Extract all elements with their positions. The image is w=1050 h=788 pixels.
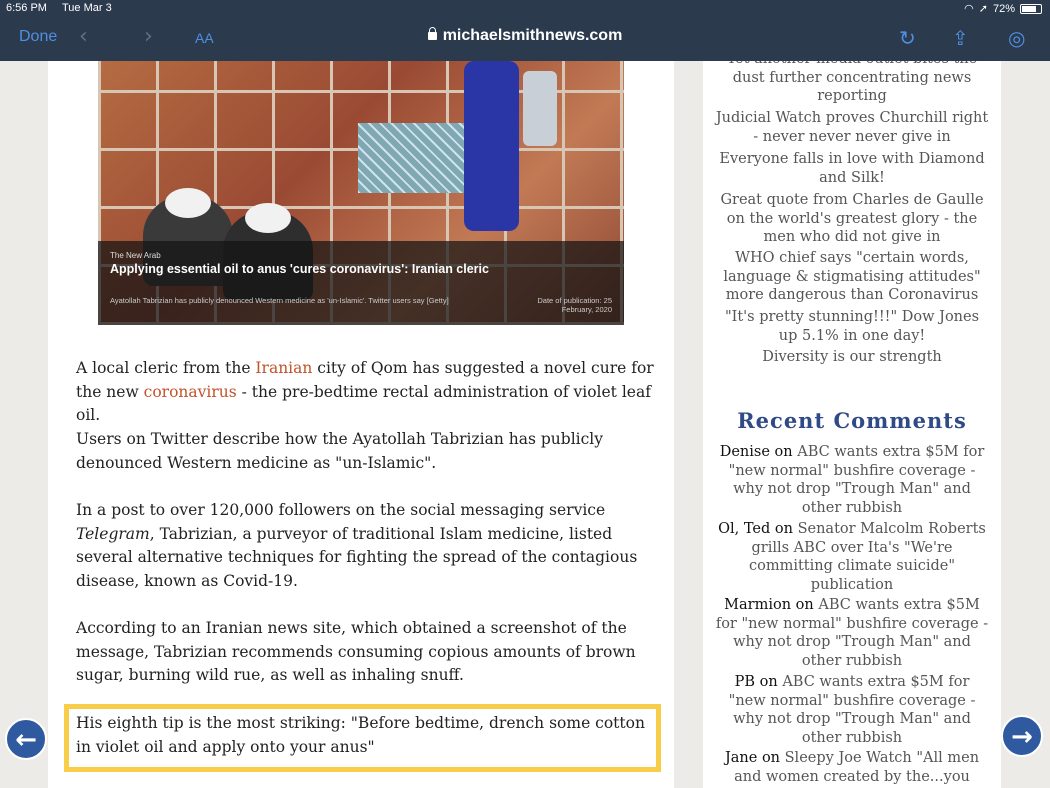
iranian-link[interactable]: Iranian bbox=[255, 359, 312, 377]
sidebar-post-link[interactable]: "It's pretty stunning!!!" Dow Jones up 5… bbox=[715, 308, 989, 345]
article-hero-image: The New Arab Applying essential oil to a… bbox=[98, 61, 624, 325]
hero-source: The New Arab bbox=[110, 251, 161, 260]
sidebar-post-link[interactable]: Diversity is our strength bbox=[715, 348, 989, 367]
recent-comments-heading: Recent Comments bbox=[737, 408, 967, 433]
comment-author[interactable]: Ol, Ted bbox=[718, 521, 770, 537]
recent-comment: Marmion on ABC wants extra $5M for "new … bbox=[715, 597, 989, 669]
wifi-icon: ◠ bbox=[964, 3, 974, 15]
url-text: michaelsmithnews.com bbox=[442, 27, 623, 44]
article-column: The New Arab Applying essential oil to a… bbox=[48, 61, 674, 788]
article-paragraph: According to an Iranian news site, which… bbox=[76, 619, 636, 684]
sidebar-post-link[interactable]: WHO chief says "certain words, language … bbox=[715, 249, 989, 305]
hero-caption: Ayatollah Tabrizian has publicly denounc… bbox=[110, 296, 449, 305]
battery-percent: 72% bbox=[992, 2, 1015, 15]
sidebar-post-link[interactable]: Great quote from Charles de Gaulle on th… bbox=[715, 191, 989, 247]
comment-author[interactable]: Denise bbox=[720, 444, 770, 460]
comment-author[interactable]: PB bbox=[735, 674, 755, 690]
sprayer-tank bbox=[523, 71, 557, 146]
compass-icon[interactable]: ◎ bbox=[1008, 26, 1025, 50]
sidebar-post-link[interactable]: Judicial Watch proves Churchill right - … bbox=[715, 109, 989, 146]
coronavirus-link[interactable]: coronavirus bbox=[144, 383, 237, 401]
hero-date: Date of publication: 25 February, 2020 bbox=[537, 296, 612, 314]
comment-author[interactable]: Marmion bbox=[724, 597, 791, 613]
lattice-screen bbox=[358, 123, 478, 193]
hero-title: Applying essential oil to anus 'cures co… bbox=[110, 262, 489, 276]
recent-comment: Ol, Ted on Senator Malcolm Roberts grill… bbox=[718, 521, 986, 593]
sidebar: Yet another media outlet bites the dust … bbox=[703, 61, 1001, 788]
article-paragraph: In a post to over 120,000 followers on t… bbox=[76, 501, 638, 590]
arrow-right-icon[interactable]: → bbox=[1001, 715, 1043, 757]
recent-comment: Jane on Sleepy Joe Watch "All men and wo… bbox=[724, 750, 980, 785]
sidebar-post-link[interactable]: Yet another media outlet bites the dust … bbox=[715, 61, 989, 106]
battery-icon bbox=[1020, 3, 1042, 14]
status-indicators: ◠ ➚ 72% bbox=[964, 2, 1042, 15]
recent-comment: Denise on ABC wants extra $5M for "new n… bbox=[719, 444, 985, 516]
location-icon: ➚ bbox=[978, 3, 988, 15]
status-date: Tue Mar 3 bbox=[62, 2, 112, 14]
highlighted-quote: His eighth tip is the most striking: "Be… bbox=[76, 714, 645, 756]
telegram-emphasis: Telegram bbox=[76, 524, 150, 543]
recent-comment: PB on ABC wants extra $5M for "new norma… bbox=[728, 674, 976, 746]
article-paragraph: A local cleric from the Iranian city of … bbox=[76, 359, 654, 424]
sprayer-worker bbox=[464, 61, 519, 231]
lock-icon bbox=[427, 27, 437, 40]
status-time: 6:56 PM bbox=[6, 2, 47, 14]
article-paragraph: Users on Twitter describe how the Ayatol… bbox=[76, 430, 604, 472]
address-bar[interactable]: michaelsmithnews.com bbox=[0, 27, 1050, 45]
sidebar-post-link[interactable]: Everyone falls in love with Diamond and … bbox=[715, 150, 989, 187]
arrow-left-icon[interactable]: ← bbox=[5, 718, 47, 760]
browser-toolbar: 6:56 PM Tue Mar 3 ◠ ➚ 72% Done ‹ › AA mi… bbox=[0, 0, 1050, 61]
comment-author[interactable]: Jane bbox=[725, 750, 757, 766]
reload-icon[interactable]: ↻ bbox=[899, 26, 916, 50]
hero-caption-overlay: The New Arab Applying essential oil to a… bbox=[98, 241, 624, 325]
share-icon[interactable]: ⇪ bbox=[952, 26, 969, 50]
